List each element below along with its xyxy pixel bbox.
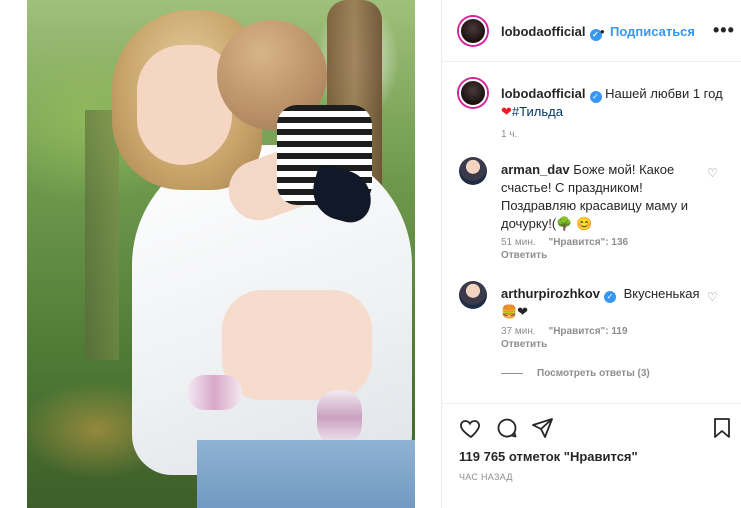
caption-body: lobodaofficial ✓ Нашей любви 1 год ❤#Тиль… [501,85,729,120]
heart-icon[interactable] [459,416,483,440]
author-avatar[interactable] [459,79,487,107]
more-options-icon[interactable]: ••• [713,20,735,41]
post-photo[interactable] [27,0,415,508]
dot-separator: • [600,24,605,39]
comment-body: arthurpirozhkov ✓ Вкусненькая 🍔❤ [501,285,701,321]
reply-button[interactable]: Ответить [501,250,547,261]
replies-divider [501,372,523,374]
bookmark-icon[interactable] [710,416,734,440]
post-header: lobodaofficial ✓ • Подписаться ••• [442,0,741,62]
baby-shoe [317,390,362,445]
caption-text: Нашей любви 1 год [605,86,723,101]
caption-username[interactable]: lobodaofficial [501,86,586,101]
comment-icon[interactable] [495,416,519,440]
post-time-ago[interactable]: ЧАС НАЗАД [459,472,513,482]
comment-text: Вкусненькая [623,286,700,301]
commenter-avatar[interactable] [459,281,487,309]
author-avatar[interactable] [459,17,487,45]
hashtag-link[interactable]: #Тильда [512,104,563,119]
comment-meta: 37 мин. "Нравится": 119 [501,326,628,337]
post-actions: 119 765 отметок "Нравится" ЧАС НАЗАД [442,403,741,508]
background-tree [85,110,119,360]
author-username[interactable]: lobodaofficial ✓ [501,24,602,41]
comment-meta: 51 мин. "Нравится": 136 [501,237,628,248]
share-icon[interactable] [531,416,555,440]
follow-button[interactable]: Подписаться [610,24,695,39]
author-username-text[interactable]: lobodaofficial [501,24,586,39]
comment-likes[interactable]: "Нравится": 119 [548,326,627,337]
baby-shoe [187,375,242,410]
verified-badge-icon: ✓ [603,291,616,303]
view-replies-label[interactable]: Посмотреть ответы (3) [537,368,650,379]
view-replies-button[interactable]: Посмотреть ответы (3) [501,368,650,379]
likes-count[interactable]: 119 765 отметок "Нравится" [459,449,638,464]
comment-like-heart-icon[interactable]: ♡ [707,291,719,303]
reply-button[interactable]: Ответить [501,339,547,350]
comment-time[interactable]: 51 мин. [501,237,536,248]
commenter-username[interactable]: arthurpirozhkov [501,286,600,301]
comment-body: arman_dav Боже мой! Какое счастье! С пра… [501,161,701,233]
verified-badge-icon: ✓ [589,91,602,103]
comment-likes[interactable]: "Нравится": 136 [548,237,628,248]
caption-time[interactable]: 1 ч. [501,129,517,140]
commenter-username[interactable]: arman_dav [501,162,570,177]
comment-time[interactable]: 37 мин. [501,326,536,337]
commenter-avatar[interactable] [459,157,487,185]
denim-shorts [197,440,415,508]
comment-like-heart-icon[interactable]: ♡ [707,167,719,179]
heart-emoji-icon: ❤ [501,104,512,119]
comment-emoji: 🍔❤ [501,304,529,319]
baby-legs [222,290,372,400]
post-side-panel: lobodaofficial ✓ • Подписаться ••• loboda… [441,0,741,508]
